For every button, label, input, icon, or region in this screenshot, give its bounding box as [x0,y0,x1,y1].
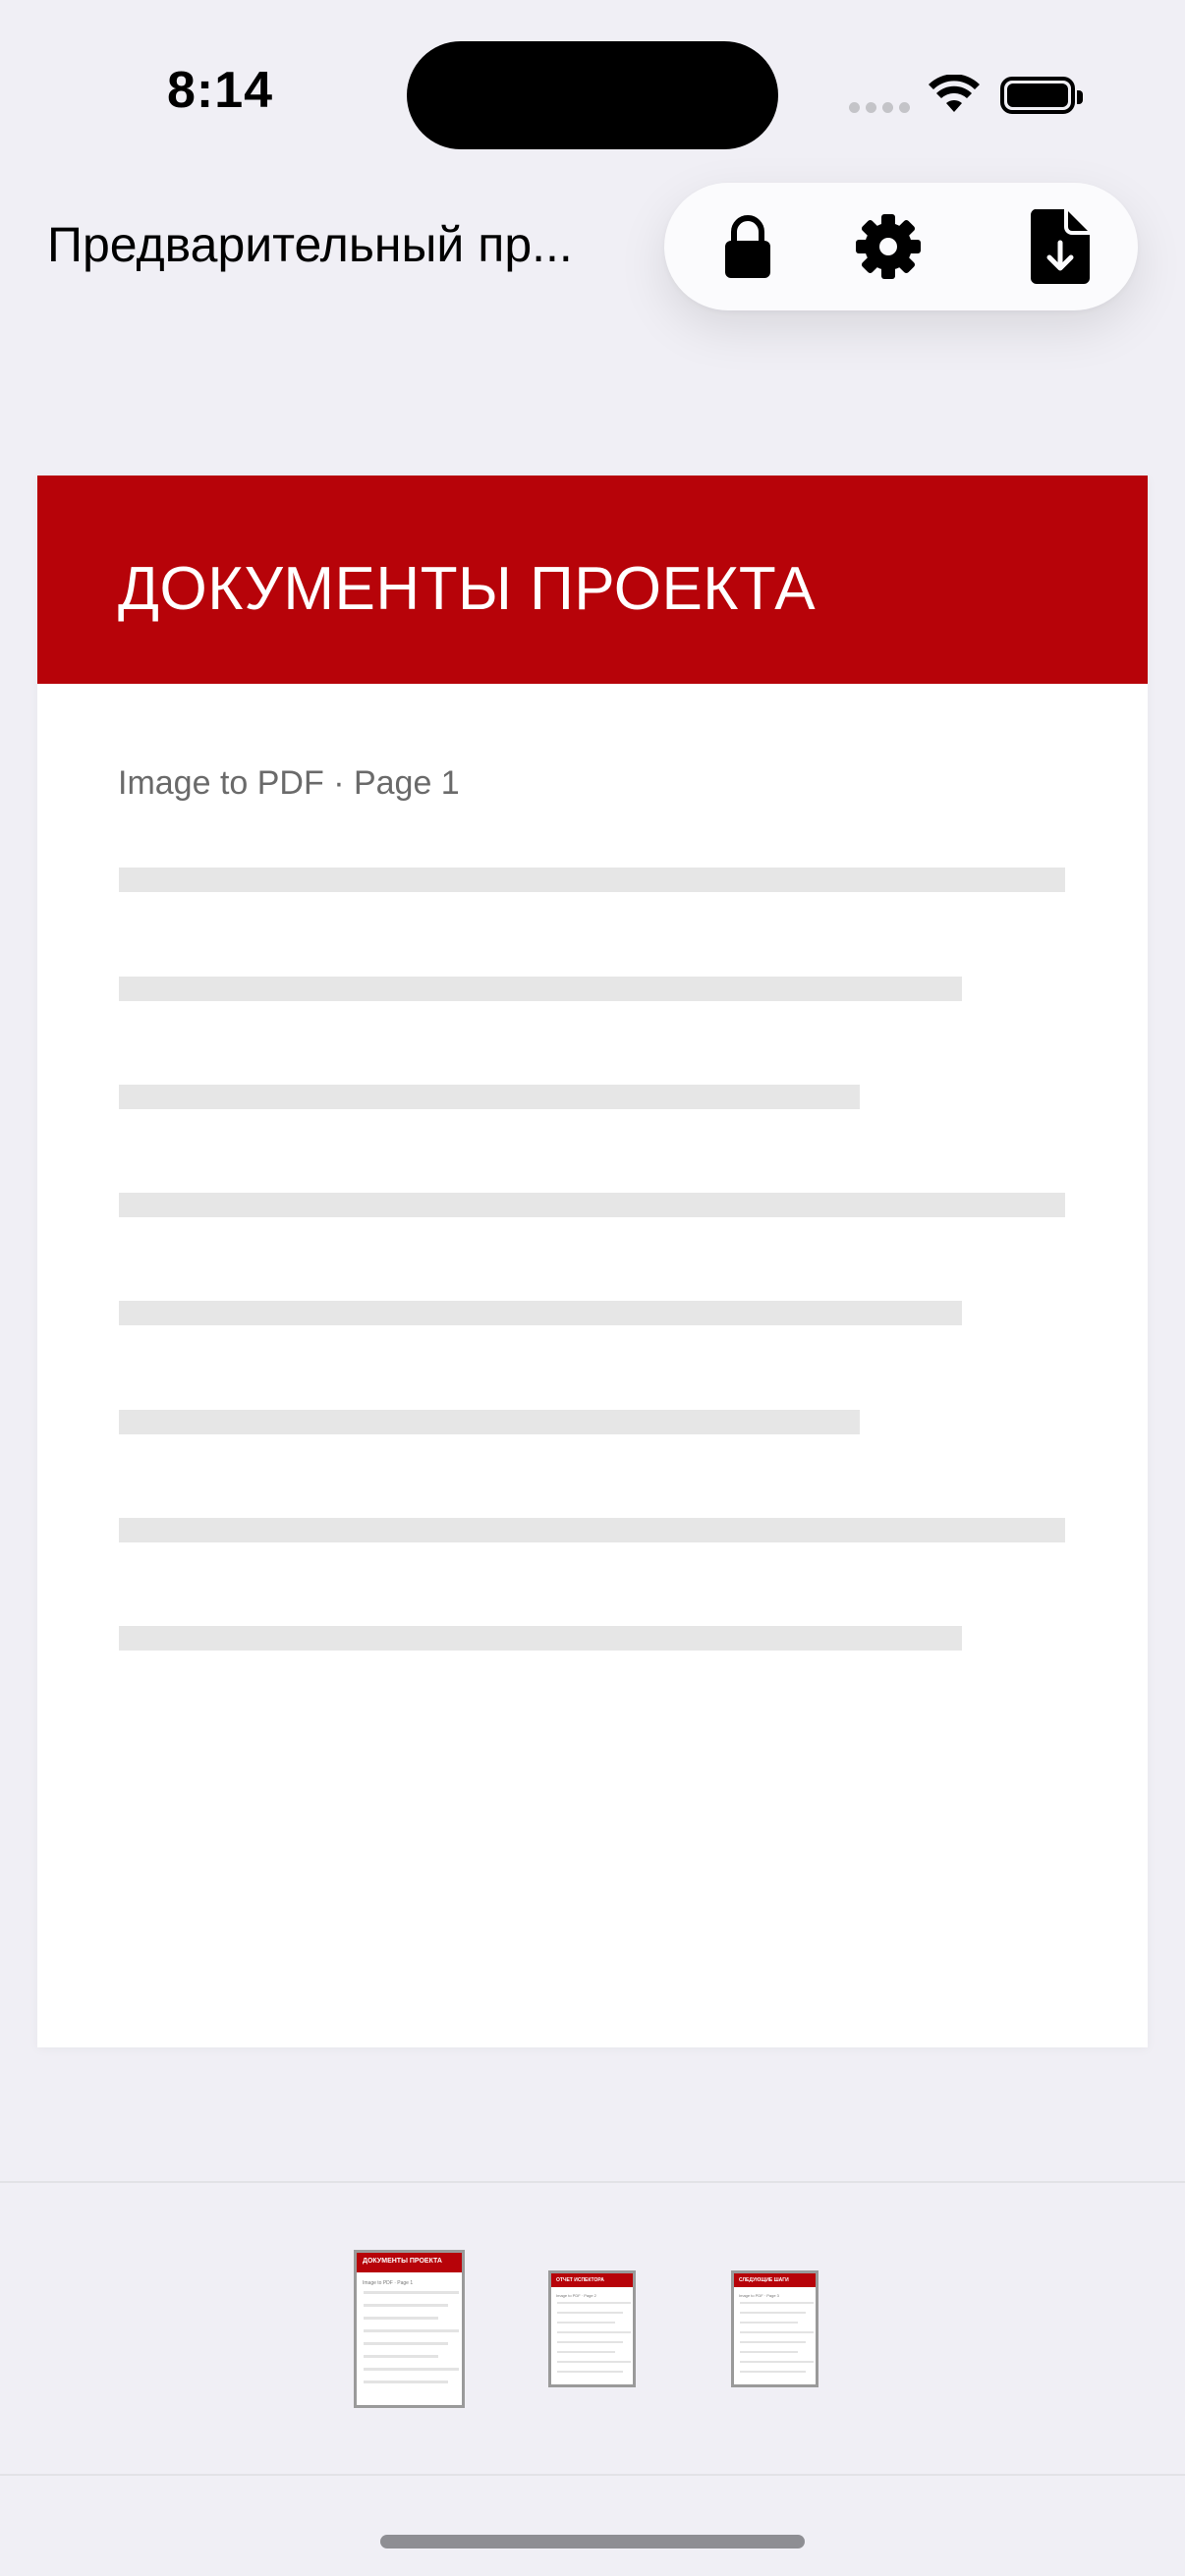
thumbnail-line [557,2361,631,2363]
lock-icon [725,215,770,278]
placeholder-line [119,1626,962,1651]
thumbnail-line [364,2291,459,2294]
thumbnail-subtitle: Image to PDF · Page 1 [363,2280,414,2286]
thumbnail-subtitle: Image to PDF · Page 2 [556,2293,596,2298]
thumbnail-line [740,2302,814,2304]
thumbnail-title: ОТЧЕТ ИСПЕКТОРА [556,2277,604,2283]
dynamic-island [407,41,778,149]
wifi-icon [929,75,980,112]
thumbnail-page-1[interactable]: ДОКУМЕНТЫ ПРОЕКТА Image to PDF · Page 1 [354,2250,465,2408]
thumbnail-line [740,2351,798,2353]
thumbnail-line [740,2341,806,2343]
page-preview[interactable]: ДОКУМЕНТЫ ПРОЕКТА Image to PDF · Page 1 [37,476,1148,2047]
thumbnail-header: ОТЧЕТ ИСПЕКТОРА [551,2273,633,2287]
thumbnail-page-3[interactable]: СЛЕДУЮЩИЕ ШАГИ Image to PDF · Page 3 [731,2270,818,2387]
placeholder-line [119,1301,962,1325]
placeholder-line [119,1085,860,1109]
thumbnail-line [364,2317,438,2320]
thumbnail-line [557,2371,623,2373]
thumbnail-line [364,2304,448,2307]
toolbar [664,183,1138,310]
placeholder-line [119,977,962,1001]
thumbnail-line [557,2331,631,2333]
thumbnail-line [364,2342,448,2345]
thumbnail-title: СЛЕДУЮЩИЕ ШАГИ [739,2277,789,2283]
thumbnail-page-2[interactable]: ОТЧЕТ ИСПЕКТОРА Image to PDF · Page 2 [548,2270,636,2387]
export-pdf-button[interactable] [1021,207,1100,286]
page-header-title: ДОКУМЕНТЫ ПРОЕКТА [118,555,817,623]
thumbnail-header: ДОКУМЕНТЫ ПРОЕКТА [357,2253,462,2272]
thumbnail-line [740,2322,798,2324]
thumbnail-line [740,2331,814,2333]
settings-button[interactable] [849,207,928,286]
thumbnail-line [557,2322,615,2324]
thumbnail-strip-top-border [0,2181,1185,2183]
page-header-banner: ДОКУМЕНТЫ ПРОЕКТА [37,476,1148,684]
placeholder-line [119,868,1065,892]
thumbnail-line [557,2351,615,2353]
status-time: 8:14 [167,62,274,119]
thumbnail-line [364,2380,448,2383]
thumbnail-line [557,2341,623,2343]
thumbnail-line [364,2355,438,2358]
placeholder-line [119,1518,1065,1542]
thumbnail-header: СЛЕДУЮЩИЕ ШАГИ [734,2273,816,2287]
placeholder-line [119,1193,1065,1217]
thumbnail-title: ДОКУМЕНТЫ ПРОЕКТА [363,2258,442,2265]
thumbnail-strip-bottom-border [0,2474,1185,2476]
page-subtitle: Image to PDF · Page 1 [118,764,460,802]
placeholder-line [119,1410,860,1434]
thumbnail-line [740,2312,806,2314]
thumbnail-subtitle: Image to PDF · Page 3 [739,2293,779,2298]
lock-button[interactable] [708,207,787,286]
thumbnail-line [364,2329,459,2332]
page-title: Предварительный пр... [47,217,573,272]
gear-icon [856,214,921,279]
thumbnail-line [740,2361,814,2363]
thumbnail-line [740,2371,806,2373]
thumbnail-line [557,2302,631,2304]
home-indicator[interactable] [380,2535,805,2548]
battery-icon [1000,77,1083,114]
document-download-icon [1030,209,1090,284]
thumbnail-line [557,2312,623,2314]
cellular-signal-icon [849,102,910,113]
thumbnail-line [364,2368,459,2371]
